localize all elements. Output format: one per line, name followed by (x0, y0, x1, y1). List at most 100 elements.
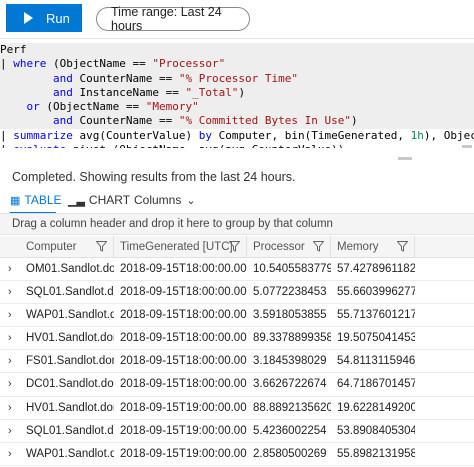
table-cell: 5.4236002254 (253, 424, 327, 437)
code-token: CounterName == (72, 71, 179, 85)
column-header-processor[interactable]: Processor (247, 236, 331, 258)
table-row[interactable]: › FS01.Sandlot.dom 2018-09-15T18:00:00.000… (0, 350, 474, 374)
editor-scrollbar[interactable] (462, 145, 472, 148)
table-cell: DC01.Sandlot.dom (26, 378, 114, 391)
table-cell: 2018-09-15T18:00:00.000 (120, 286, 247, 299)
table-cell: 89.3378899358 (253, 332, 331, 345)
code-token: InstanceName == (72, 85, 186, 99)
code-token: (ObjectName == (39, 100, 146, 114)
query-line[interactable]: | evaluate pivot (ObjectName, avg(avg_Co… (0, 143, 474, 148)
query-editor[interactable]: Perf | where (ObjectName == "Processor" a… (0, 38, 474, 148)
tab-chart[interactable]: ▁▃ CHART (68, 193, 130, 207)
table-cell: SQL01.Sandlot.dom (26, 286, 114, 299)
expand-row-icon[interactable]: › (8, 373, 12, 396)
expand-row-icon[interactable]: › (8, 443, 12, 466)
table-cell: 55.6603996277 (337, 286, 415, 299)
table-cell: 55.8982131958 (337, 447, 415, 460)
query-toolbar: Run Time range: Last 24 hours (0, 0, 474, 38)
table-cell: 19.6228149200 (337, 401, 415, 414)
group-by-drop-zone[interactable]: Drag a column header and drop it here to… (0, 213, 474, 235)
code-token: summarize (13, 128, 73, 142)
code-token: ), ObjectName (423, 128, 474, 142)
expand-row-icon[interactable]: › (8, 350, 12, 373)
table-cell: HV01.Sandlot.dom (26, 332, 114, 345)
code-token: | (0, 57, 14, 71)
code-token: "% Processor Time" (178, 71, 299, 85)
query-line[interactable]: Perf (0, 43, 474, 58)
code-token: Computer, bin(TimeGenerated, (211, 128, 411, 142)
code-token: avg(CounterValue) (72, 128, 199, 142)
tab-table-label: TABLE (24, 193, 62, 207)
run-button[interactable]: Run (6, 4, 82, 32)
code-token: where (13, 57, 47, 71)
result-view-tabs: ▦ TABLE ▁▃ CHART Columns ⌄ (0, 189, 474, 213)
query-line[interactable]: or (ObjectName == "Memory" (0, 100, 474, 115)
table-cell: OM01.Sandlot.dom (26, 263, 114, 275)
filter-icon[interactable] (313, 241, 324, 252)
table-row[interactable]: › SQL01.Sandlot.dom 2018-09-15T19:00:00.00… (0, 420, 474, 443)
expand-row-icon[interactable]: › (8, 304, 12, 327)
table-row[interactable]: › SQL01.Sandlot.dom 2018-09-15T18:00:00.00… (0, 281, 474, 305)
code-token: 1h (410, 128, 424, 142)
query-line[interactable]: and CounterName == "% Processor Time" (0, 71, 474, 86)
table-row[interactable]: › HV01.Sandlot.dom 2018-09-15T19:00:00.000… (0, 397, 474, 420)
table-cell: 3.6626722674 (253, 378, 327, 391)
play-icon (24, 12, 33, 24)
grid-body: › OM01.Sandlot.dom 2018-09-15T18:00:00.000… (0, 258, 474, 466)
table-cell: 55.7137601217 (337, 309, 415, 322)
column-header-computer[interactable]: Computer (20, 236, 114, 258)
filter-icon[interactable] (397, 241, 408, 252)
time-range-picker[interactable]: Time range: Last 24 hours (96, 5, 250, 33)
expand-row-icon[interactable]: › (8, 258, 12, 281)
table-cell: 5.0772238453 (253, 286, 327, 299)
table-cell: SQL01.Sandlot.dom (26, 424, 114, 437)
table-cell: 54.8113115946 (337, 355, 415, 368)
expand-row-icon[interactable]: › (8, 397, 12, 420)
table-cell: 2018-09-15T19:00:00.000 (120, 401, 247, 414)
column-header-timegenerated[interactable]: TimeGenerated [UTC] (114, 236, 247, 258)
code-token: | (0, 143, 13, 148)
run-button-label: Run (46, 10, 70, 26)
expand-row-icon[interactable]: › (8, 327, 12, 350)
table-cell: 88.8892135620 (253, 401, 331, 414)
code-token: "Memory" (145, 100, 199, 114)
table-cell: WAP01.Sandlot.d... (26, 309, 114, 322)
chart-icon: ▁▃ (68, 194, 85, 207)
query-line[interactable]: and CounterName == "% Committed Bytes In… (0, 114, 474, 129)
table-cell: 3.5918053855 (253, 309, 327, 322)
filter-icon[interactable] (96, 241, 107, 252)
code-token: and (52, 85, 73, 99)
table-cell: HV01.Sandlot.dom (26, 401, 114, 414)
table-cell: 53.8908405304 (337, 424, 415, 437)
code-token: "Processor" (152, 57, 226, 71)
pane-splitter-handle[interactable] (398, 157, 412, 160)
table-cell: 2.8580500269 (253, 447, 327, 460)
table-cell: 3.1845398029 (253, 355, 327, 368)
code-token: and (52, 71, 73, 85)
table-cell: WAP01.Sandlot.d... (26, 447, 114, 460)
expand-row-icon[interactable]: › (8, 281, 12, 304)
tab-table[interactable]: ▦ TABLE (10, 193, 62, 207)
table-cell: 2018-09-15T18:00:00.000 (120, 309, 247, 322)
query-line[interactable]: | where (ObjectName == "Processor" (0, 57, 474, 72)
code-token: ) (238, 85, 246, 99)
table-row[interactable]: › WAP01.Sandlot.d... 2018-09-15T19:00:00.0… (0, 443, 474, 466)
table-row[interactable]: › OM01.Sandlot.dom 2018-09-15T18:00:00.000… (0, 258, 474, 282)
code-token: "_Total" (185, 85, 239, 99)
query-line[interactable]: | summarize avg(CounterValue) by Compute… (0, 129, 474, 143)
filter-icon[interactable] (229, 241, 240, 252)
table-cell: 57.4278961182 (337, 263, 415, 275)
code-token: or (26, 100, 40, 114)
column-header-label: TimeGenerated [UTC] (120, 241, 233, 253)
query-line[interactable]: and InstanceName == "_Total") (0, 85, 474, 101)
table-row[interactable]: › DC01.Sandlot.dom 2018-09-15T18:00:00.000… (0, 373, 474, 397)
table-cell: 10.5405583779 (253, 263, 331, 275)
columns-dropdown[interactable]: Columns ⌄ (134, 193, 196, 207)
table-cell: 2018-09-15T19:00:00.000 (120, 447, 247, 460)
expand-row-icon[interactable]: › (8, 420, 12, 443)
column-header-memory[interactable]: Memory (331, 236, 415, 258)
table-row[interactable]: › WAP01.Sandlot.d... 2018-09-15T18:00:00.0… (0, 304, 474, 328)
table-row[interactable]: › HV01.Sandlot.dom 2018-09-15T18:00:00.000… (0, 327, 474, 351)
